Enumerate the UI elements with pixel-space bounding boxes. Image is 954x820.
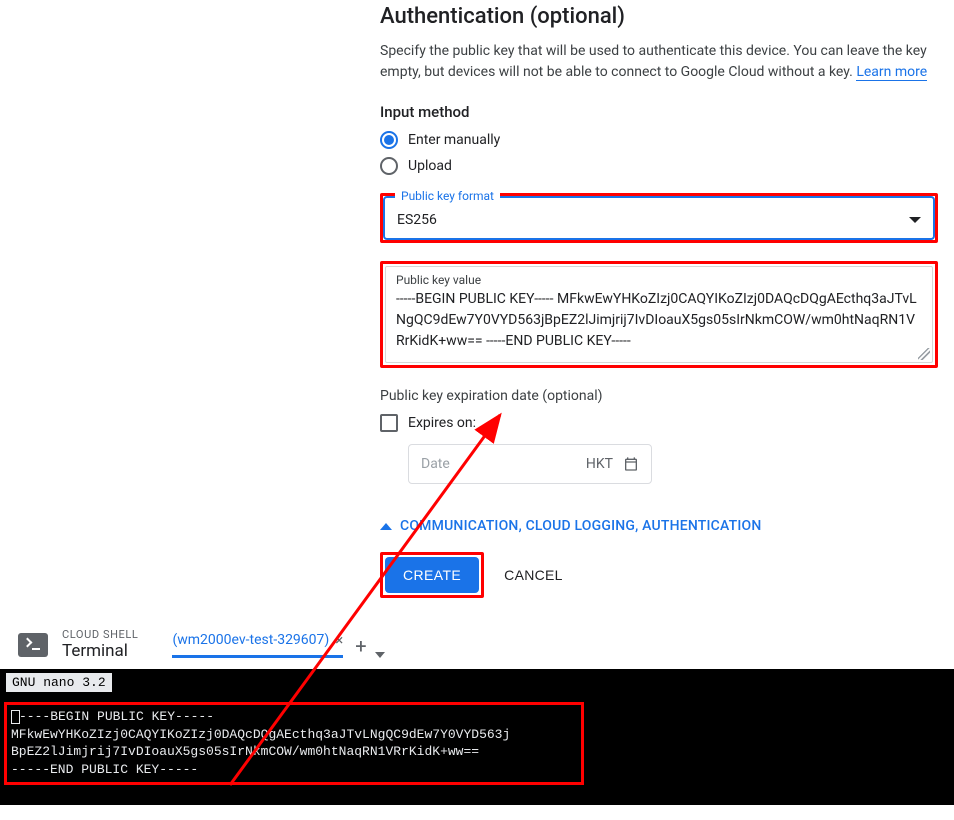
radio-enter-manually[interactable]: Enter manually [380, 131, 938, 149]
public-key-format-select[interactable]: Public key format ES256 [383, 196, 935, 240]
chevron-down-icon [909, 217, 921, 223]
key-value-highlight: Public key value -----BEGIN PUBLIC KEY--… [380, 261, 938, 368]
checkbox-label: Expires on: [408, 415, 476, 431]
select-value: ES256 [397, 212, 437, 228]
terminal-tab[interactable]: (wm2000ev-test-329607) × [172, 631, 343, 658]
section-expander[interactable]: COMMUNICATION, CLOUD LOGGING, AUTHENTICA… [380, 518, 938, 534]
textarea-content: -----BEGIN PUBLIC KEY----- MFkwEwYHKoZIz… [396, 289, 922, 352]
tz-label: HKT [586, 456, 613, 472]
calendar-icon [623, 456, 639, 472]
textarea-label: Public key value [396, 273, 922, 287]
expires-on-checkbox-row[interactable]: Expires on: [380, 414, 938, 432]
cloud-shell-header: CLOUD SHELL Terminal (wm2000ev-test-3296… [0, 618, 954, 669]
auth-heading: Authentication (optional) [380, 4, 938, 29]
create-button[interactable]: CREATE [385, 557, 479, 593]
expiration-heading: Public key expiration date (optional) [380, 388, 938, 404]
public-key-value-textarea[interactable]: Public key value -----BEGIN PUBLIC KEY--… [385, 266, 933, 363]
radio-icon-selected [380, 131, 398, 149]
learn-more-link[interactable]: Learn more [856, 64, 927, 81]
checkbox-icon[interactable] [380, 414, 398, 432]
chevron-up-icon [380, 523, 392, 530]
terminal-pane[interactable]: GNU nano 3.2 ----BEGIN PUBLIC KEY----- M… [0, 669, 954, 805]
tab-menu-icon[interactable] [375, 652, 385, 658]
auth-desc-text: Specify the public key that will be used… [380, 43, 927, 80]
terminal-key-highlight: ----BEGIN PUBLIC KEY----- MFkwEwYHKoZIzj… [4, 702, 584, 785]
cancel-button[interactable]: CANCEL [504, 567, 563, 583]
radio-label: Upload [408, 158, 452, 174]
cloud-shell-label: CLOUD SHELL [62, 628, 138, 641]
radio-label: Enter manually [408, 132, 500, 148]
key-format-highlight: Public key format ES256 [380, 193, 938, 243]
terminal-icon [18, 633, 48, 657]
expander-label: COMMUNICATION, CLOUD LOGGING, AUTHENTICA… [400, 518, 762, 534]
select-float-label: Public key format [395, 189, 500, 203]
terminal-key-text: ----BEGIN PUBLIC KEY----- MFkwEwYHKoZIzj… [11, 708, 577, 778]
create-button-highlight: CREATE [380, 552, 484, 598]
new-tab-button[interactable]: + [355, 634, 366, 658]
expiration-date-input[interactable]: Date HKT [408, 444, 652, 484]
input-method-heading: Input method [380, 103, 938, 121]
radio-icon [380, 157, 398, 175]
terminal-tab-label: (wm2000ev-test-329607) [172, 632, 329, 648]
date-placeholder: Date [421, 456, 450, 472]
resize-handle-icon[interactable] [918, 348, 930, 360]
auth-description: Specify the public key that will be used… [380, 41, 938, 83]
close-tab-icon[interactable]: × [335, 631, 343, 649]
nano-title-bar: GNU nano 3.2 [6, 673, 112, 692]
terminal-title: Terminal [62, 641, 138, 661]
radio-upload[interactable]: Upload [380, 157, 938, 175]
terminal-key-content: ----BEGIN PUBLIC KEY----- MFkwEwYHKoZIzj… [11, 709, 510, 777]
